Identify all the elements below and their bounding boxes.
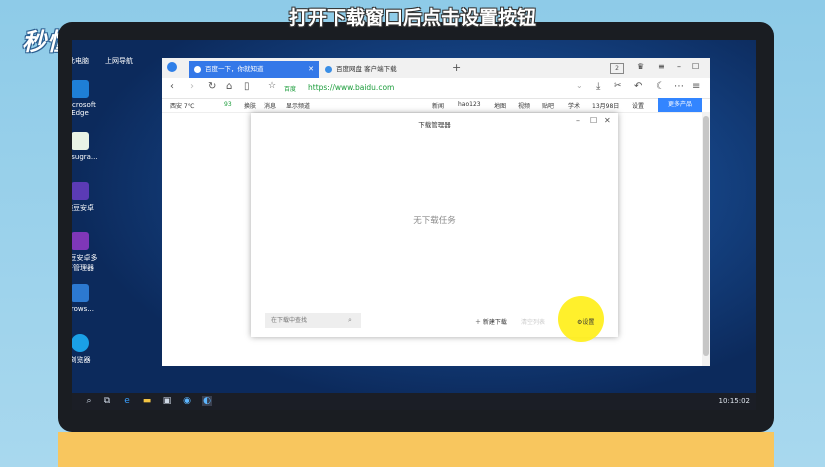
desktop-icon-app-multi[interactable]: 豌豆安卓多开管理器 (72, 232, 100, 273)
desktop-icon-browser[interactable]: 浏览器 (72, 334, 100, 365)
site-badge: 百度 (284, 86, 297, 93)
page-scrollbar[interactable] (702, 112, 710, 366)
browser-shortcut-icon (72, 284, 89, 302)
desktop-icon-label: 豌豆安卓 (72, 204, 94, 212)
desktop-icon-label: Microsoft Edge (72, 101, 96, 117)
link-messages[interactable]: 消息 (264, 101, 276, 110)
link-channels[interactable]: 显示频道 (286, 101, 310, 110)
desktop-icon-apk[interactable]: Resugra... (72, 132, 100, 161)
star-icon[interactable]: ☆ (268, 81, 276, 91)
dropdown-icon[interactable]: ⌄ (576, 81, 583, 90)
link-date[interactable]: 13月98日 (592, 101, 619, 110)
download-search-input[interactable] (265, 313, 361, 328)
desktop-icon-app[interactable]: 豌豆安卓 (72, 182, 100, 213)
refresh-icon[interactable]: ↻ (208, 81, 216, 92)
link-settings[interactable]: 设置 (632, 101, 644, 110)
search-icon[interactable]: ⌕ (348, 316, 352, 325)
netdisk-favicon-icon (325, 66, 332, 73)
dialog-title: 下载管理器 (418, 121, 451, 129)
new-download-button[interactable]: ＋ 新建下载 (475, 317, 507, 326)
address-url[interactable]: https://www.baidu.com (308, 83, 394, 92)
desktop-icon-label: 浏览器 (72, 356, 91, 364)
desktop-icon-label: Brows... (72, 305, 94, 313)
weather[interactable]: 西安 7℃ (170, 101, 194, 110)
app-gem-multi-icon (72, 232, 89, 250)
scissors-icon[interactable]: ✂ (614, 81, 622, 91)
link-tieba[interactable]: 贴吧 (542, 101, 554, 110)
tab-title: 百度网盘 客户端下载 (336, 65, 397, 73)
tab-title: 百度一下，你就知道 (205, 65, 264, 73)
home-icon[interactable]: ⌂ (226, 81, 232, 92)
reader-icon[interactable]: ▯ (244, 81, 250, 92)
shirt-icon[interactable]: ♛ (637, 62, 644, 71)
more-icon[interactable]: ⋯ (674, 81, 684, 92)
new-tab-button[interactable]: + (452, 61, 461, 74)
close-icon[interactable]: ✕ (308, 61, 314, 78)
desktop-icon-browser-shortcut[interactable]: Brows... (72, 284, 100, 313)
clear-list-button[interactable]: 清空列表 (521, 317, 545, 326)
download-icon[interactable]: ⤓ (596, 81, 600, 92)
tab-count-badge[interactable]: 2 (610, 63, 624, 74)
maximize-icon[interactable]: ☐ (590, 116, 597, 125)
folder-icon[interactable]: ▬ (142, 396, 152, 406)
task-view-icon[interactable]: ⧉ (102, 396, 112, 406)
caption-text: 打开下载窗口后点击设置按钮 (288, 7, 536, 29)
link-skin[interactable]: 换肤 (244, 101, 256, 110)
desktop-label-nav[interactable]: 上网导航 (105, 56, 133, 66)
apk-file-icon (72, 132, 89, 150)
browser-logo-icon (167, 62, 177, 72)
browser-icon (72, 334, 89, 352)
baidu-favicon-icon (194, 66, 201, 73)
taskbar: ⌕ ⧉ e ▬ ▣ ◉ ◐ 10:15:02 (72, 393, 756, 410)
desktop-icon-edge[interactable]: Microsoft Edge (72, 80, 100, 117)
forward-icon[interactable]: › (190, 81, 194, 92)
moon-icon[interactable]: ☾ (656, 81, 665, 92)
minimize-icon[interactable]: – (677, 62, 681, 71)
menu-icon[interactable]: ≡ (658, 62, 665, 71)
clock[interactable]: 10:15:02 (719, 397, 750, 405)
store-icon[interactable]: ▣ (162, 396, 172, 406)
link-hao123[interactable]: hao123 (458, 101, 481, 108)
tab-netdisk[interactable]: 百度网盘 客户端下载 (320, 61, 440, 78)
tab-baidu[interactable]: 百度一下，你就知道 ✕ (189, 61, 319, 78)
app-gem-icon (72, 182, 89, 200)
link-news[interactable]: 新闻 (432, 101, 444, 110)
minimize-icon[interactable]: – (576, 116, 580, 125)
link-map[interactable]: 地图 (494, 101, 506, 110)
aqi[interactable]: 93 (224, 101, 232, 108)
desktop-icon-label: Resugra... (72, 153, 98, 161)
back-icon[interactable]: ‹ (170, 81, 174, 92)
download-settings-button[interactable]: ⚙设置 (577, 317, 594, 326)
plus-icon: ＋ (475, 319, 483, 326)
link-video[interactable]: 视频 (518, 101, 530, 110)
tab-bar: 百度一下，你就知道 ✕ 百度网盘 客户端下载 + 2 ♛ ≡ – ☐ (162, 58, 710, 78)
edge-icon (72, 80, 89, 98)
link-academic[interactable]: 学术 (568, 101, 580, 110)
navigation-bar: ‹ › ↻ ⌂ ▯ ☆ 百度 https://www.baidu.com ⌄ ⤓… (162, 78, 710, 99)
desktop-icon-label: 豌豆安卓多开管理器 (72, 254, 98, 272)
baidu-top-bar: 西安 7℃ 93 换肤 消息 显示频道 新闻 hao123 地图 视频 贴吧 学… (162, 98, 710, 113)
undo-icon[interactable]: ↶ (634, 81, 642, 92)
browser-taskbar-icon[interactable]: ◉ (182, 396, 192, 406)
hamburger-icon[interactable]: ≡ (692, 81, 700, 92)
close-icon[interactable]: ✕ (604, 116, 611, 125)
caption-bar (58, 432, 774, 467)
more-products-button[interactable]: 更多产品 (658, 98, 702, 112)
search-icon[interactable]: ⌕ (84, 396, 94, 406)
active-browser-taskbar-icon[interactable]: ◐ (202, 396, 212, 406)
empty-state-text: 无下载任务 (413, 216, 456, 226)
maximize-icon[interactable]: ☐ (692, 62, 699, 71)
desktop-label-this-pc[interactable]: 此电脑 (72, 56, 89, 66)
edge-taskbar-icon[interactable]: e (122, 396, 132, 406)
